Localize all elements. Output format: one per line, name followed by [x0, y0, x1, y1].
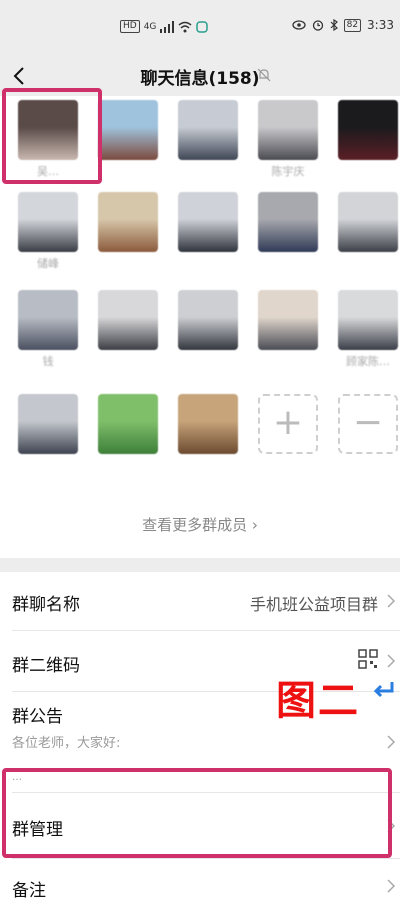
member-item[interactable]: [258, 192, 318, 272]
alarm-icon: [312, 20, 323, 31]
member-name: [178, 457, 238, 471]
qr-code-icon: [358, 649, 378, 669]
member-name: 储峰: [37, 257, 59, 269]
member-item[interactable]: 吴…: [18, 100, 78, 180]
group-qr-label: 群二维码: [12, 656, 80, 676]
member-item[interactable]: 顾家陈…: [338, 290, 398, 370]
member-item[interactable]: [258, 290, 318, 370]
eye-icon: [291, 20, 306, 30]
hd-badge: HD: [120, 20, 140, 33]
status-bar: HD 4G 82 3:33: [0, 0, 400, 56]
member-name: 钱: [42, 355, 54, 367]
settings-list: 群聊名称 手机班公益项目群 群二维码 群公告 各位老师，大家好: … 群管理 备…: [0, 572, 400, 912]
remark-row[interactable]: 备注: [0, 862, 400, 912]
member-name: [178, 353, 238, 367]
member-item[interactable]: [178, 394, 238, 474]
chevron-right-icon: [387, 879, 396, 893]
member-avatar: [178, 394, 238, 454]
group-name-label: 群聊名称: [12, 595, 80, 615]
member-name: [98, 457, 158, 471]
status-left: HD 4G: [120, 20, 209, 33]
title-bar: 聊天信息(158): [0, 56, 400, 96]
member-avatar: [18, 100, 78, 160]
network-label: 4G: [143, 21, 157, 32]
return-arrow-icon: [373, 682, 394, 698]
divider: [12, 858, 400, 859]
bluetooth-icon: [330, 19, 338, 31]
group-name-row[interactable]: 群聊名称 手机班公益项目群: [0, 572, 400, 630]
chevron-right-icon: [387, 735, 396, 749]
remark-label: 备注: [12, 881, 46, 901]
member-item[interactable]: [98, 100, 158, 180]
member-item[interactable]: 陈宇庆: [258, 100, 318, 180]
member-item[interactable]: [98, 394, 158, 474]
member-name: [18, 457, 78, 471]
annotation-stamp: 图二: [276, 678, 360, 724]
member-avatar: [18, 394, 78, 454]
member-name: [98, 255, 158, 269]
chevron-right-icon: [387, 819, 396, 833]
chevron-right-icon: [387, 654, 396, 668]
member-name: 吴…: [37, 165, 59, 177]
member-name: [98, 163, 158, 177]
notice-ellipsis: …: [12, 772, 22, 783]
member-item[interactable]: [338, 192, 398, 272]
member-item[interactable]: [18, 394, 78, 474]
view-more-members-link[interactable]: 查看更多群成员 ›: [0, 514, 400, 535]
chevron-right-icon: [387, 594, 396, 608]
member-avatar: [338, 192, 398, 252]
member-item[interactable]: 储峰: [18, 192, 78, 272]
member-avatar: [98, 192, 158, 252]
member-avatar: [258, 290, 318, 350]
member-avatar: [338, 290, 398, 350]
member-item[interactable]: [98, 192, 158, 272]
member-item[interactable]: [178, 192, 238, 272]
members-panel: 吴… 陈宇庆储峰钱 顾家陈… + − 查看更多群成员 ›: [0, 96, 400, 558]
remove-member-button[interactable]: −: [338, 394, 398, 454]
member-name: [178, 163, 238, 177]
app-notification-icon: [196, 20, 209, 33]
member-avatar: [178, 192, 238, 252]
member-item[interactable]: [178, 290, 238, 370]
group-manage-row[interactable]: 群管理: [0, 793, 400, 855]
member-avatar: [18, 290, 78, 350]
group-notice-preview: 各位老师，大家好:: [12, 736, 121, 751]
member-name: [258, 353, 318, 367]
member-item[interactable]: 钱: [18, 290, 78, 370]
clock: 3:33: [367, 18, 394, 32]
member-avatar: [258, 100, 318, 160]
member-name: [338, 163, 398, 177]
mute-bell-icon: [257, 68, 271, 82]
member-name: 顾家陈…: [346, 355, 390, 367]
member-avatar: [338, 100, 398, 160]
member-avatar: [178, 100, 238, 160]
signal-icon: [160, 20, 175, 33]
member-name: [98, 353, 158, 367]
group-name-value: 手机班公益项目群: [249, 595, 378, 614]
member-avatar: [178, 290, 238, 350]
member-item[interactable]: [178, 100, 238, 180]
status-right: 82 3:33: [291, 18, 394, 32]
member-name: [178, 255, 238, 269]
member-avatar: [98, 100, 158, 160]
member-avatar: [98, 394, 158, 454]
member-item[interactable]: [338, 100, 398, 180]
member-avatar: [98, 290, 158, 350]
wifi-icon: [178, 21, 192, 32]
member-avatar: [18, 192, 78, 252]
member-avatar: [258, 192, 318, 252]
member-name: 陈宇庆: [271, 165, 305, 177]
battery-level: 82: [343, 18, 362, 32]
group-notice-label: 群公告: [12, 707, 63, 727]
member-name: [258, 255, 318, 269]
member-name: [338, 255, 398, 269]
page-title: 聊天信息(158): [140, 69, 260, 89]
group-manage-label: 群管理: [12, 820, 63, 840]
member-item[interactable]: [98, 290, 158, 370]
add-member-button[interactable]: +: [258, 394, 318, 454]
